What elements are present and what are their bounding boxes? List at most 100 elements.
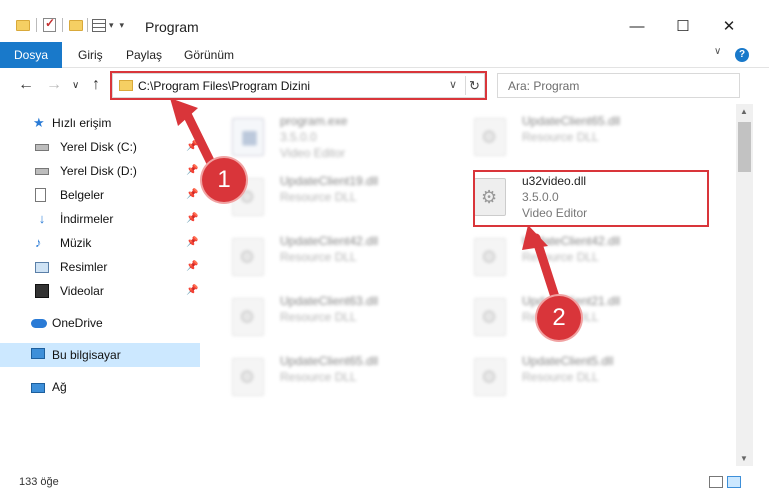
sidebar-item-onedrive[interactable]: OneDrive	[0, 311, 200, 335]
tab-file[interactable]: Dosya	[0, 42, 62, 68]
up-button[interactable]: ↑	[92, 76, 100, 94]
sidebar-item-network[interactable]: Ağ	[0, 375, 200, 399]
title-bar: ▾ ▾ Program — ☐ ✕	[0, 0, 769, 42]
minimize-button[interactable]: —	[614, 12, 660, 42]
file-item[interactable]: UpdateClient65.dll Resource DLL	[454, 110, 694, 166]
forward-button[interactable]: →	[46, 76, 62, 94]
file-name: UpdateClient63.dll	[280, 294, 379, 308]
document-icon	[35, 188, 46, 202]
file-highlight-box	[473, 170, 709, 227]
file-item[interactable]: UpdateClient63.dll Resource DLL	[212, 290, 452, 346]
video-icon	[35, 284, 49, 298]
file-item[interactable]: UpdateClient65.dll Resource DLL	[212, 350, 452, 406]
dll-file-icon	[232, 358, 264, 396]
search-placeholder: Ara: Program	[508, 79, 580, 93]
file-version: 3.5.0.0	[280, 130, 317, 144]
scroll-up-icon[interactable]: ▲	[740, 107, 748, 116]
file-name: UpdateClient19.dll	[280, 174, 379, 188]
file-type: Resource DLL	[280, 190, 357, 204]
file-type: Resource DLL	[280, 310, 357, 324]
dll-file-icon	[474, 118, 506, 156]
download-icon: ↓	[38, 211, 46, 226]
sidebar-item-label: Belgeler	[60, 188, 105, 202]
sidebar-item-label: Yerel Disk (D:)	[60, 164, 137, 178]
pin-icon[interactable]: 📌	[186, 279, 198, 303]
tab-share[interactable]: Paylaş	[126, 42, 162, 68]
recent-locations-icon[interactable]: ∨	[72, 80, 79, 91]
file-name: UpdateClient42.dll	[522, 234, 621, 248]
file-type: Resource DLL	[522, 250, 599, 264]
file-type: Resource DLL	[280, 370, 357, 384]
tab-view[interactable]: Görünüm	[184, 42, 234, 68]
tab-home[interactable]: Giriş	[78, 42, 103, 68]
sidebar-item-label: Bu bilgisayar	[52, 348, 121, 362]
chevron-down-icon[interactable]: ▾	[109, 20, 114, 31]
separator	[62, 18, 63, 32]
file-name: UpdateClient65.dll	[522, 114, 621, 128]
sidebar-item-local-disk-c[interactable]: Yerel Disk (C:) 📌	[0, 135, 200, 159]
status-bar: 133 öğe	[0, 466, 769, 498]
sidebar-item-quick-access[interactable]: ★ Hızlı erişim	[0, 111, 200, 135]
separator	[36, 18, 37, 32]
file-name: UpdateClient65.dll	[280, 354, 379, 368]
pin-icon[interactable]: 📌	[186, 207, 198, 231]
cloud-icon	[31, 319, 47, 328]
scroll-down-icon[interactable]: ▼	[740, 454, 748, 463]
file-name: program.exe	[280, 114, 348, 128]
dll-file-icon	[232, 238, 264, 276]
dll-file-icon	[474, 238, 506, 276]
sidebar-item-videos[interactable]: Videolar 📌	[0, 279, 200, 303]
navigation-pane: ★ Hızlı erişim Yerel Disk (C:) 📌 Yerel D…	[0, 104, 204, 466]
file-description: Video Editor	[280, 146, 346, 160]
network-icon	[31, 383, 45, 393]
callout-number-two: 2	[537, 296, 581, 340]
file-item[interactable]: UpdateClient42.dll Resource DLL	[454, 230, 694, 286]
pin-icon[interactable]: 📌	[186, 159, 198, 183]
properties-check-icon[interactable]	[43, 16, 56, 32]
ribbon-tabs: Dosya Giriş Paylaş Görünüm ∨ ?	[0, 42, 769, 68]
search-input[interactable]: Ara: Program	[497, 73, 740, 98]
sidebar-item-local-disk-d[interactable]: Yerel Disk (D:) 📌	[0, 159, 200, 183]
details-view-icon[interactable]	[709, 476, 723, 488]
scrollbar-thumb[interactable]	[738, 122, 751, 172]
tiles-view-icon[interactable]	[727, 476, 741, 488]
expand-ribbon-icon[interactable]: ∨	[714, 46, 721, 57]
computer-icon	[31, 348, 45, 359]
sidebar-item-label: Yerel Disk (C:)	[60, 140, 137, 154]
callout-number-one: 1	[202, 158, 246, 202]
quick-access-toolbar: ▾ ▾	[16, 16, 125, 32]
file-item[interactable]: UpdateClient19.dll Resource DLL	[212, 170, 452, 226]
maximize-button[interactable]: ☐	[660, 12, 706, 42]
dll-file-icon	[474, 298, 506, 336]
sidebar-item-documents[interactable]: Belgeler 📌	[0, 183, 200, 207]
sidebar-item-music[interactable]: ♪ Müzik 📌	[0, 231, 200, 255]
sidebar-item-downloads[interactable]: ↓ İndirmeler 📌	[0, 207, 200, 231]
pictures-icon	[35, 262, 49, 273]
help-icon[interactable]: ?	[735, 48, 749, 62]
pin-icon[interactable]: 📌	[186, 255, 198, 279]
new-folder-icon[interactable]	[69, 19, 83, 31]
folder-icon[interactable]	[16, 19, 30, 31]
star-icon: ★	[33, 115, 45, 130]
sidebar-item-this-pc[interactable]: Bu bilgisayar	[0, 343, 200, 367]
file-item[interactable]: program.exe 3.5.0.0 Video Editor	[212, 110, 452, 166]
file-item[interactable]: UpdateClient5.dll Resource DLL	[454, 350, 694, 406]
close-button[interactable]: ✕	[706, 12, 752, 42]
back-button[interactable]: ←	[18, 76, 34, 94]
pin-icon[interactable]: 📌	[186, 231, 198, 255]
address-highlight-box	[110, 71, 487, 100]
sidebar-item-pictures[interactable]: Resimler 📌	[0, 255, 200, 279]
sidebar-item-label: OneDrive	[52, 316, 103, 330]
music-icon: ♪	[35, 235, 42, 250]
file-type: Resource DLL	[522, 130, 599, 144]
file-type: Resource DLL	[280, 250, 357, 264]
window-title: Program	[145, 19, 199, 35]
file-list: program.exe 3.5.0.0 Video Editor UpdateC…	[204, 104, 736, 466]
toolbar-dropdown-icon[interactable]: ▾	[120, 20, 125, 31]
pin-icon[interactable]: 📌	[186, 183, 198, 207]
customize-toolbar-icon[interactable]	[92, 18, 106, 32]
file-item[interactable]: UpdateClient42.dll Resource DLL	[212, 230, 452, 286]
item-count: 133 öğe	[19, 476, 59, 488]
vertical-scrollbar[interactable]: ▲ ▼	[736, 104, 753, 466]
pin-icon[interactable]: 📌	[186, 135, 198, 159]
